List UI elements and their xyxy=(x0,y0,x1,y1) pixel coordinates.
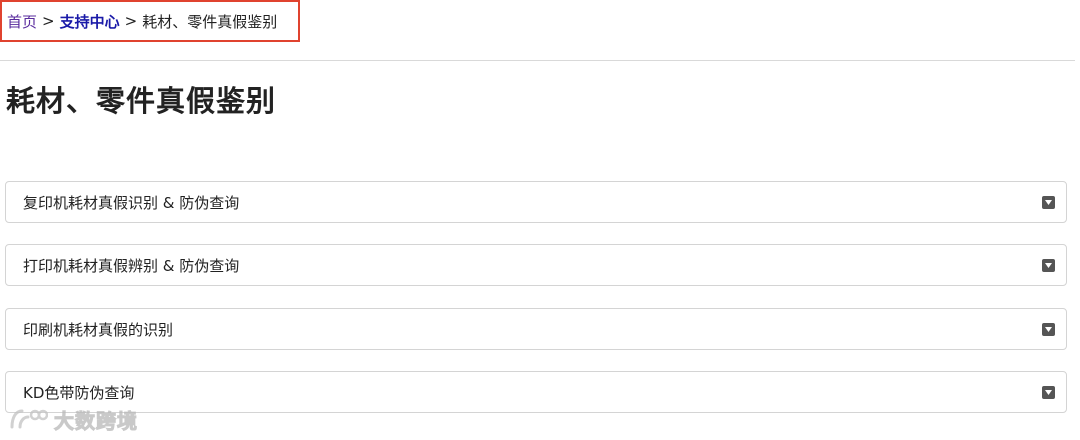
page-title: 耗材、零件真假鉴别 xyxy=(6,84,277,118)
watermark: 大数跨境 xyxy=(8,404,138,434)
accordion-item-label: KD色带防伪查询 xyxy=(23,383,135,402)
header-divider xyxy=(0,60,1075,61)
breadcrumb-separator: > xyxy=(124,12,138,30)
watermark-logo-icon xyxy=(10,409,48,429)
caret-down-icon[interactable] xyxy=(1042,195,1055,209)
accordion-item-copier-consumables[interactable]: 复印机耗材真假识别 & 防伪查询 xyxy=(5,181,1067,223)
accordion-item-label: 印刷机耗材真假的识别 xyxy=(23,320,174,339)
breadcrumb-separator: > xyxy=(42,12,55,30)
breadcrumb-home-link[interactable]: 首页 xyxy=(7,11,37,32)
breadcrumb-support-link[interactable]: 支持中心 xyxy=(60,11,120,32)
accordion-item-label: 复印机耗材真假识别 & 防伪查询 xyxy=(23,193,240,212)
breadcrumb: 首页 > 支持中心 > 耗材、零件真假鉴别 xyxy=(0,0,300,42)
accordion-item-label: 打印机耗材真假辨别 & 防伪查询 xyxy=(23,256,240,275)
caret-down-icon[interactable] xyxy=(1042,258,1055,272)
accordion-item-press-consumables[interactable]: 印刷机耗材真假的识别 xyxy=(5,308,1067,350)
accordion-item-printer-consumables[interactable]: 打印机耗材真假辨别 & 防伪查询 xyxy=(5,244,1067,286)
breadcrumb-current: 耗材、零件真假鉴别 xyxy=(142,12,278,31)
page: 首页 > 支持中心 > 耗材、零件真假鉴别 耗材、零件真假鉴别 复印机耗材真假识… xyxy=(0,0,1080,440)
watermark-text: 大数跨境 xyxy=(54,408,138,433)
accordion-item-kd-ribbon[interactable]: KD色带防伪查询 xyxy=(5,371,1067,413)
caret-down-icon[interactable] xyxy=(1042,322,1055,336)
caret-down-icon[interactable] xyxy=(1042,385,1055,399)
